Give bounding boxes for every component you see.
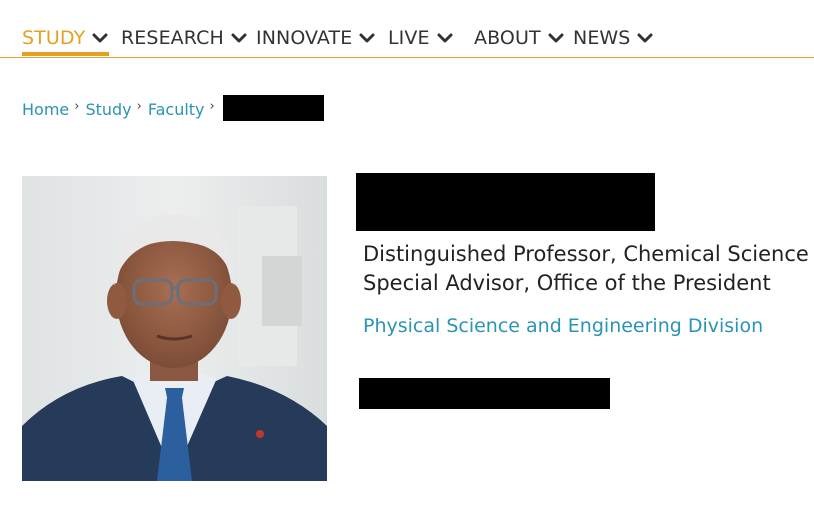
faculty-title: Distinguished Professor, Chemical Scienc…	[363, 242, 809, 266]
breadcrumb-home[interactable]: Home	[22, 95, 69, 125]
nav-item-about[interactable]: ABOUT	[474, 26, 565, 56]
breadcrumb-study[interactable]: Study	[85, 95, 131, 125]
contact-info-redacted	[359, 378, 610, 409]
portrait-image	[22, 176, 327, 481]
chevron-right-icon: ›	[136, 99, 142, 114]
nav-item-research[interactable]: RESEARCH	[121, 26, 248, 56]
chevron-right-icon: ›	[209, 99, 215, 114]
faculty-name-redacted	[356, 173, 655, 231]
nav-label: ABOUT	[474, 27, 541, 49]
nav-item-study[interactable]: STUDY	[22, 26, 110, 56]
nav-label: INNOVATE	[256, 27, 353, 49]
breadcrumb-current-redacted	[222, 95, 324, 121]
nav-item-live[interactable]: LIVE	[388, 26, 454, 56]
nav-item-news[interactable]: NEWS	[573, 26, 654, 56]
nav-label: RESEARCH	[121, 27, 224, 49]
active-underline	[22, 52, 110, 56]
breadcrumb: Home › Study › Faculty ›	[22, 95, 324, 121]
nav-label: NEWS	[573, 27, 631, 49]
division-link[interactable]: Physical Science and Engineering Divisio…	[363, 313, 763, 339]
chevron-down-icon	[359, 33, 375, 43]
nav-item-innovate[interactable]: INNOVATE	[256, 26, 376, 56]
chevron-down-icon	[548, 33, 564, 43]
breadcrumb-faculty[interactable]: Faculty	[148, 95, 205, 125]
chevron-down-icon	[92, 33, 108, 43]
chevron-down-icon	[637, 33, 653, 43]
chevron-right-icon: ›	[74, 99, 80, 114]
chevron-down-icon	[231, 33, 247, 43]
nav-label: LIVE	[388, 27, 430, 49]
chevron-down-icon	[437, 33, 453, 43]
profile-photo	[22, 176, 327, 481]
nav-label: STUDY	[22, 27, 86, 49]
faculty-title: Special Advisor, Office of the President	[363, 271, 771, 295]
main-navigation: STUDY RESEARCH INNOVATE LIVE ABOUT NEWS	[0, 0, 814, 58]
